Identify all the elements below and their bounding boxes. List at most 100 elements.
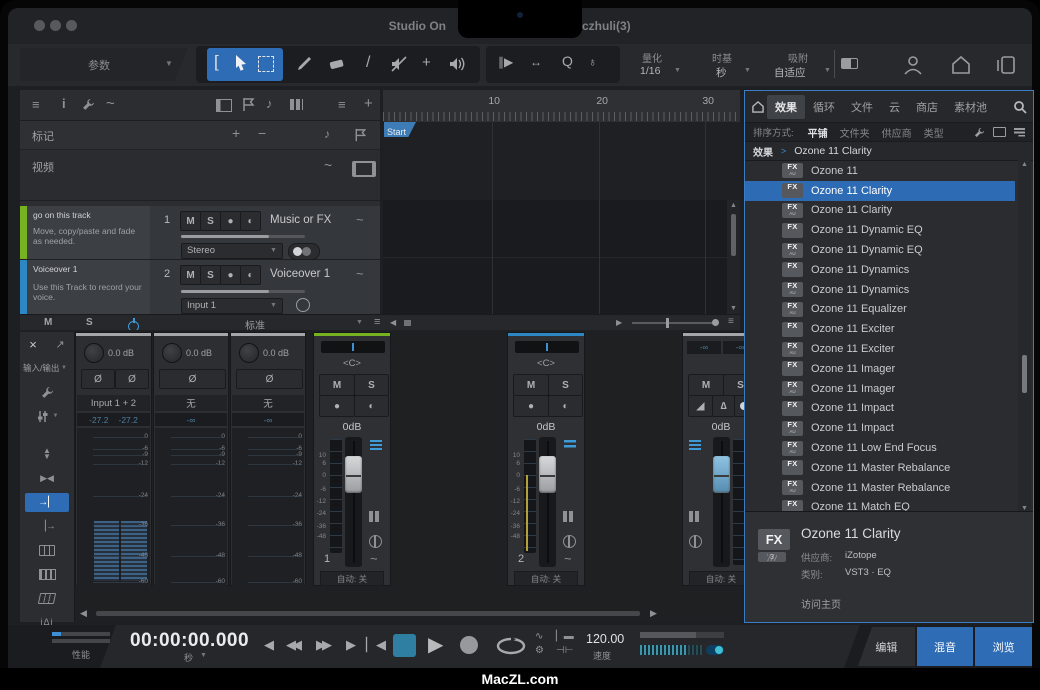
plugin-list-item[interactable]: FXOzone 11 Dynamics	[745, 260, 1033, 280]
plugin-list-item[interactable]: FXOzone 11 Impact	[745, 399, 1033, 419]
channel-input2[interactable]: 0.0 dB Ø 无 -∞ 0-6-9-12-24-36-48-60	[230, 332, 306, 586]
markers-lane[interactable]: 标记 + − ♪	[20, 121, 380, 150]
fader-knob[interactable]	[713, 456, 730, 493]
track-volume-slider[interactable]	[181, 235, 305, 238]
console-close-icon[interactable]: ×	[29, 337, 37, 352]
cue-mix-icon[interactable]	[563, 535, 576, 548]
stop-button[interactable]	[393, 634, 416, 657]
zoom-presets-icon[interactable]: ≡	[728, 316, 734, 327]
quantize-dropdown[interactable]: 量化 1/16 ▼	[626, 47, 696, 82]
channel-voiceover-strip[interactable]: <C> M S ● ◐ 0dB 1060-6-12-24-36-48 2 ~ 自…	[507, 332, 585, 586]
hscroll-thumb[interactable]	[404, 320, 411, 326]
automation-mode[interactable]: 自动: 关	[320, 571, 384, 586]
layers-icon[interactable]	[689, 511, 699, 522]
zoom-out-icon[interactable]: ▶	[616, 318, 622, 327]
plugin-list-item[interactable]: FXOzone 11 Master Rebalance	[745, 458, 1033, 478]
layers-icon[interactable]	[369, 511, 379, 522]
channel-handle[interactable]	[76, 333, 151, 336]
track-mono-button[interactable]	[296, 298, 310, 312]
fader-knob[interactable]	[345, 456, 362, 493]
quantize-icon[interactable]: Q	[562, 53, 573, 69]
show-outputs-button[interactable]: ▕→	[38, 521, 56, 532]
track-record-button[interactable]: ●	[220, 265, 241, 285]
footer-menu-icon[interactable]: ≡	[374, 316, 380, 328]
fader-knob[interactable]	[539, 456, 556, 493]
breadcrumb-root[interactable]: 效果	[753, 144, 773, 159]
perf-label[interactable]: 性能	[52, 648, 110, 661]
footer-mute-button[interactable]: M	[44, 317, 52, 328]
output-meter-toggle[interactable]	[706, 645, 724, 655]
inserts-mini-icon[interactable]	[564, 440, 576, 450]
metronome-icon[interactable]: ∆	[712, 395, 735, 417]
timebase-dropdown[interactable]: 时基 秒 ▼	[700, 47, 764, 82]
input-route[interactable]: 无	[155, 395, 227, 411]
zoom-slider-handle[interactable]	[666, 318, 669, 328]
browser-scroll-up-icon[interactable]: ▲	[1021, 161, 1028, 168]
time-unit-dropdown[interactable]: 秒	[184, 651, 193, 664]
bend-tool-icon[interactable]: +	[422, 54, 431, 71]
layers-icon[interactable]	[563, 511, 573, 522]
track-monitor-button[interactable]: ◐	[240, 265, 261, 285]
traffic-light-minimize[interactable]	[50, 20, 61, 31]
edit-view-button[interactable]: 编辑	[858, 627, 915, 666]
plugin-list-item[interactable]: FXOzone 11 Exciter	[745, 319, 1033, 339]
fast-forward-button[interactable]: ▶▶	[316, 637, 328, 653]
plugin-list-item[interactable]: FXAUOzone 11 Impact	[745, 418, 1033, 438]
input-route[interactable]: 无	[232, 395, 304, 411]
plugin-list-item[interactable]: FXAUOzone 11 Dynamic EQ	[745, 240, 1033, 260]
cue-mix-icon[interactable]	[689, 535, 702, 548]
traffic-light-zoom[interactable]	[66, 20, 77, 31]
timeline-ruler[interactable]: 102030	[383, 90, 740, 123]
pan-slider[interactable]	[515, 341, 579, 353]
home-icon[interactable]	[950, 54, 972, 76]
split-tool-icon[interactable]: /	[366, 54, 370, 72]
zoom-slider[interactable]	[632, 322, 716, 324]
plugin-list-item[interactable]: FXAUOzone 11 Low End Focus	[745, 438, 1033, 458]
traffic-light-close[interactable]	[34, 20, 45, 31]
track-monitor-button[interactable]: ◐	[240, 211, 261, 231]
add-marker-icon[interactable]: +	[232, 125, 240, 141]
play-button[interactable]: ▶	[428, 632, 443, 657]
browser-scrollbar[interactable]: ▲ ▼	[1018, 159, 1031, 514]
track-note[interactable]: Voiceover 1 Use this Track to record you…	[27, 260, 150, 314]
mute-button[interactable]: M	[513, 374, 549, 396]
snap-toggle[interactable]	[841, 58, 858, 69]
fader[interactable]	[345, 437, 362, 567]
pan-slider[interactable]	[321, 341, 385, 353]
add-track-icon[interactable]: +	[364, 95, 373, 112]
range-tool-icon[interactable]: [	[214, 52, 219, 72]
mono-icon[interactable]: ◢	[688, 395, 713, 417]
console-wrench-icon[interactable]	[41, 386, 54, 399]
console-mixer-icon[interactable]	[36, 410, 49, 423]
next-marker-button[interactable]: ▶	[346, 637, 356, 653]
marker-lane-flag-icon[interactable]	[354, 128, 367, 142]
video-lane[interactable]: 视频 ~	[20, 150, 380, 201]
mute-button[interactable]: M	[319, 374, 355, 396]
scroll-up-icon[interactable]: ▲	[730, 202, 737, 209]
gain-knob[interactable]	[239, 343, 259, 363]
sort-panel-icon[interactable]	[993, 127, 1006, 137]
prev-marker-button[interactable]: ◀	[264, 637, 274, 653]
sort-option-文件夹[interactable]: 文件夹	[840, 125, 870, 140]
timestretch-icon[interactable]: ↔	[530, 55, 542, 69]
autoscroll-icon[interactable]: ∥▶	[498, 55, 513, 69]
punch-in-icon[interactable]: ▏▬	[556, 631, 574, 642]
track-header-voiceover[interactable]: Voiceover 1 Use this Track to record you…	[20, 260, 380, 314]
gain-knob[interactable]	[162, 343, 182, 363]
footer-solo-button[interactable]: S	[86, 317, 93, 328]
browser-tab-循环[interactable]: 循环	[805, 95, 843, 119]
plugin-list-item[interactable]: FXAUOzone 11 Exciter	[745, 339, 1033, 359]
listen-tool-icon[interactable]	[448, 56, 466, 72]
marker-video-zone[interactable]	[383, 122, 740, 201]
scroll-down-icon[interactable]: ▼	[730, 305, 737, 312]
channel-handle[interactable]	[231, 333, 305, 336]
solo-button[interactable]: S	[354, 374, 389, 396]
timeline-vscrollbar[interactable]: ▲ ▼	[727, 200, 740, 314]
visit-homepage-link[interactable]: 访问主页	[801, 596, 841, 611]
monitor-button[interactable]: ◐	[354, 395, 389, 417]
macros-icon[interactable]: ♁	[588, 55, 597, 69]
marquee-tool-icon[interactable]	[258, 56, 274, 72]
inserts-mini-icon[interactable]	[370, 440, 382, 450]
wrench-icon[interactable]	[82, 98, 95, 111]
phase-button[interactable]: Ø	[236, 369, 303, 389]
